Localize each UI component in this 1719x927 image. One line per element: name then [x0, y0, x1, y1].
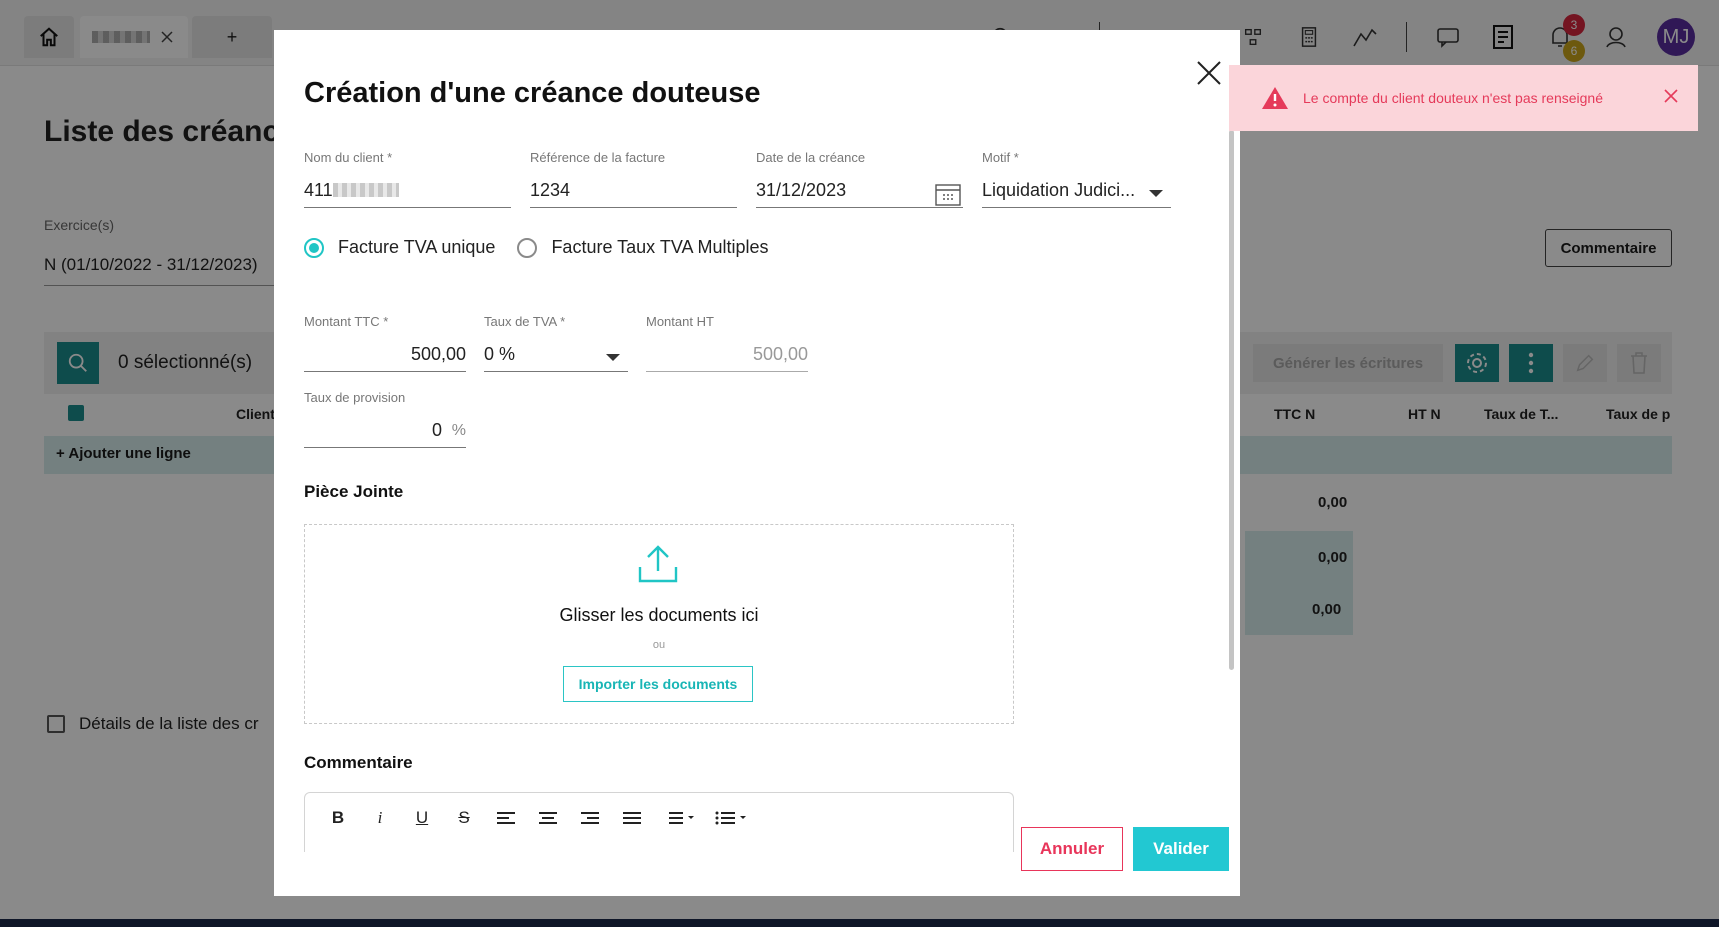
client-name-field: Nom du client * 411 — [304, 150, 511, 208]
amount-ht-label: Montant HT — [646, 314, 714, 329]
calendar-icon[interactable] — [935, 182, 961, 206]
amount-ht-input: 500,00 — [646, 332, 808, 372]
align-center-icon[interactable] — [535, 805, 561, 831]
reason-select[interactable]: Liquidation Judici... — [982, 168, 1171, 208]
align-left-icon[interactable] — [493, 805, 519, 831]
comment-title: Commentaire — [304, 753, 413, 772]
invoice-ref-input[interactable]: 1234 — [530, 168, 737, 208]
attachment-title: Pièce Jointe — [304, 482, 404, 501]
toast-message: Le compte du client douteux n'est pas re… — [1303, 90, 1603, 106]
provision-rate-label: Taux de provision — [304, 390, 406, 405]
radio-single-vat[interactable]: Facture TVA unique — [304, 237, 495, 258]
underline-button[interactable]: U — [409, 805, 435, 831]
percent-unit: % — [451, 422, 466, 439]
client-name-label: Nom du client * — [304, 150, 393, 165]
amount-ttc-label: Montant TTC * — [304, 314, 389, 329]
editor-toolbar: B i U S — [325, 805, 749, 831]
amount-ht-field: Montant HT 500,00 — [646, 314, 808, 372]
vat-rate-select[interactable]: 0 % — [484, 332, 628, 372]
error-toast: Le compte du client douteux n'est pas re… — [1229, 65, 1698, 131]
client-name-input[interactable]: 411 — [304, 168, 511, 208]
close-icon[interactable] — [1662, 87, 1680, 105]
upload-icon — [638, 545, 678, 583]
vat-type-radio-group: Facture TVA unique Facture Taux TVA Mult… — [304, 237, 769, 258]
create-doubtful-claim-modal: Création d'une créance douteuse Nom du c… — [274, 30, 1240, 896]
vat-rate-label: Taux de TVA * — [484, 314, 566, 329]
align-right-icon[interactable] — [577, 805, 603, 831]
blurred-client-name — [332, 183, 399, 197]
comment-editor[interactable]: B i U S — [304, 792, 1014, 852]
bullet-list-icon[interactable] — [713, 805, 749, 831]
validate-button[interactable]: Valider — [1133, 827, 1229, 871]
claim-date-field: Date de la créance 31/12/2023 — [756, 150, 963, 208]
radio-single-vat-label: Facture TVA unique — [338, 237, 496, 257]
vat-rate-field: Taux de TVA * 0 % — [484, 314, 628, 372]
italic-button[interactable]: i — [367, 805, 393, 831]
reason-field: Motif * Liquidation Judici... — [982, 150, 1171, 208]
bold-button[interactable]: B — [325, 805, 351, 831]
radio-single-vat-dot[interactable] — [304, 237, 324, 258]
chevron-down-icon — [606, 354, 620, 361]
radio-multiple-vat-dot[interactable] — [517, 237, 538, 258]
modal-title: Création d'une créance douteuse — [304, 77, 761, 109]
cancel-button[interactable]: Annuler — [1021, 827, 1123, 871]
close-icon[interactable] — [1194, 58, 1224, 88]
radio-multiple-vat[interactable]: Facture Taux TVA Multiples — [517, 237, 769, 258]
provision-rate-input[interactable]: 0 % — [304, 408, 466, 448]
invoice-ref-label: Référence de la facture — [530, 150, 666, 165]
chevron-down-icon — [1149, 190, 1163, 197]
file-dropzone[interactable]: Glisser les documents ici ou Importer le… — [304, 524, 1014, 724]
reason-label: Motif * — [982, 150, 1019, 165]
modal-scrollbar[interactable] — [1229, 130, 1234, 670]
dropzone-text: Glisser les documents ici — [559, 605, 759, 625]
dropzone-or: ou — [652, 639, 666, 651]
provision-rate-field: Taux de provision 0 % — [304, 390, 466, 448]
amount-ttc-input[interactable]: 500,00 — [304, 332, 466, 372]
radio-multiple-vat-label: Facture Taux TVA Multiples — [551, 237, 769, 257]
invoice-ref-field: Référence de la facture 1234 — [530, 150, 737, 208]
amount-ttc-field: Montant TTC * 500,00 — [304, 314, 466, 372]
claim-date-label: Date de la créance — [756, 150, 866, 165]
claim-date-input[interactable]: 31/12/2023 — [756, 168, 963, 208]
justify-icon[interactable] — [619, 805, 645, 831]
import-documents-button[interactable]: Importer les documents — [563, 666, 753, 702]
warning-icon — [1262, 87, 1288, 109]
ordered-list-icon[interactable] — [661, 805, 697, 831]
strikethrough-button[interactable]: S — [451, 805, 477, 831]
